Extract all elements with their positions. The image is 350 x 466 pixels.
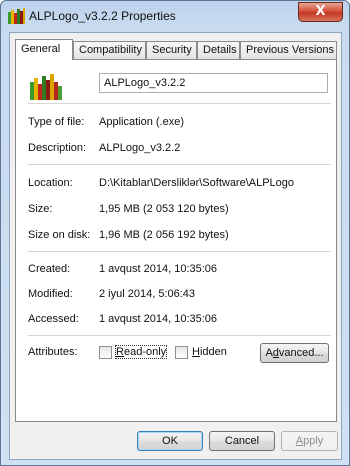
file-name-field[interactable]: ALPLogo_v3.2.2 [99, 73, 328, 93]
tab-general[interactable]: General [15, 39, 73, 60]
window-title: ALPLogo_v3.2.2 Properties [29, 9, 176, 23]
hidden-mnemonic: H [192, 346, 200, 358]
readonly-text: ead-only [123, 346, 167, 358]
description-value: ALPLogo_v3.2.2 [99, 142, 181, 154]
tab-compatibility[interactable]: Compatibility [73, 41, 146, 59]
type-label: Type of file: [28, 116, 85, 128]
cancel-button[interactable]: Cancel [209, 431, 275, 451]
apply-button[interactable]: Apply [281, 431, 338, 451]
advanced-button[interactable]: Advanced... [260, 343, 329, 363]
tab-security[interactable]: Security [146, 41, 197, 59]
close-button[interactable]: X [298, 2, 343, 22]
hidden-text: idden [199, 346, 227, 358]
accessed-value: 1 avqust 2014, 10:35:06 [99, 313, 218, 325]
close-icon: X [315, 4, 326, 19]
alplogo-app-icon [8, 8, 25, 24]
properties-window: ALPLogo_v3.2.2 Properties X General Comp… [0, 0, 350, 466]
separator [28, 164, 331, 165]
apply-text: pply [303, 435, 324, 447]
title-bar[interactable]: ALPLogo_v3.2.2 Properties X [1, 1, 349, 31]
tab-previous-versions[interactable]: Previous Versions [240, 41, 337, 59]
accessed-label: Accessed: [28, 313, 79, 325]
alplogo-file-icon [30, 74, 62, 100]
size-value: 1,95 MB (2 053 120 bytes) [99, 203, 229, 215]
separator [28, 103, 331, 104]
tab-strip: General Compatibility Security Details P… [15, 39, 337, 60]
attributes-label: Attributes: [28, 346, 78, 358]
advanced-text-pre: A [265, 347, 273, 359]
readonly-label[interactable]: Read-only [114, 345, 168, 359]
general-tab-panel: ALPLogo_v3.2.2 Type of file: Application… [15, 59, 337, 422]
hidden-label[interactable]: Hidden [192, 346, 227, 358]
location-value: D:\Kitablar\Dersliklər\Software\ALPLogo [99, 177, 295, 189]
created-label: Created: [28, 263, 71, 275]
description-label: Description: [28, 142, 87, 154]
separator [28, 251, 331, 252]
modified-label: Modified: [28, 288, 73, 300]
hidden-checkbox[interactable] [175, 346, 188, 359]
size-on-disk-value: 1,96 MB (2 056 192 bytes) [99, 229, 229, 241]
type-value: Application (.exe) [99, 116, 184, 128]
advanced-text: vanced... [278, 347, 324, 359]
apply-mnemonic: A [295, 435, 304, 447]
created-value: 1 avqust 2014, 10:35:06 [99, 263, 218, 275]
location-label: Location: [28, 177, 73, 189]
dialog-client: General Compatibility Security Details P… [9, 32, 342, 460]
modified-value: 2 iyul 2014, 5:06:43 [99, 288, 196, 300]
size-label: Size: [28, 203, 53, 215]
tab-details[interactable]: Details [197, 41, 240, 59]
size-on-disk-label: Size on disk: [28, 229, 91, 241]
readonly-mnemonic: R [116, 346, 124, 358]
readonly-checkbox[interactable] [99, 346, 112, 359]
ok-button[interactable]: OK [137, 431, 203, 451]
separator [28, 335, 331, 336]
